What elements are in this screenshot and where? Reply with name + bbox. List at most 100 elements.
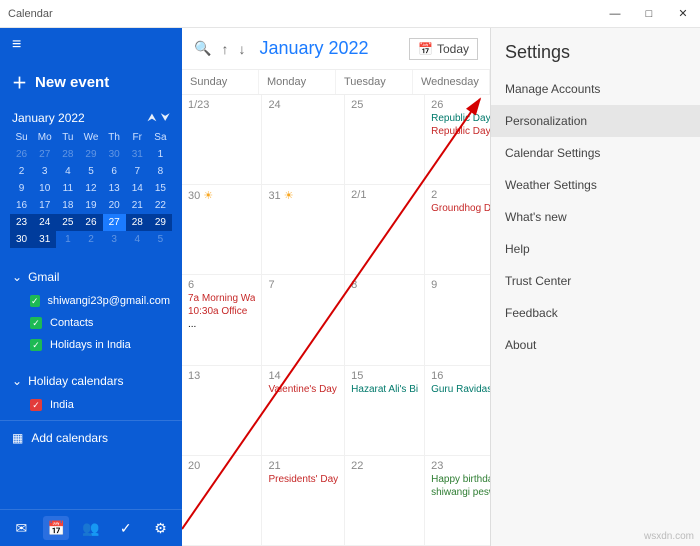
day-cell[interactable]: 22 bbox=[345, 456, 425, 546]
settings-item-personalization[interactable]: Personalization bbox=[491, 105, 700, 137]
day-number: 30 ☀ bbox=[188, 189, 255, 202]
settings-item-about[interactable]: About bbox=[491, 329, 700, 361]
mini-prev-icon[interactable]: ⮝ bbox=[147, 112, 156, 125]
add-calendars-button[interactable]: ▦ Add calendars bbox=[0, 420, 182, 455]
checkbox-icon[interactable]: ✓ bbox=[30, 339, 42, 351]
day-cell[interactable]: 14 Valentine's Day bbox=[262, 366, 345, 456]
calendar-item[interactable]: ✓shiwangi23p@gmail.com bbox=[12, 290, 170, 312]
settings-item-help[interactable]: Help bbox=[491, 233, 700, 265]
day-cell[interactable]: 7 bbox=[262, 275, 345, 365]
weekday: Sunday bbox=[182, 70, 259, 94]
window-minimize[interactable]: — bbox=[598, 0, 632, 28]
settings-item-feedback[interactable]: Feedback bbox=[491, 297, 700, 329]
window-close[interactable]: ✕ bbox=[666, 0, 700, 28]
calendar-item[interactable]: ✓India bbox=[12, 394, 170, 416]
day-cell[interactable]: 21Presidents' Day bbox=[262, 456, 345, 546]
calendar-plus-icon: ▦ bbox=[12, 431, 23, 445]
day-cell[interactable]: 20 bbox=[182, 456, 262, 546]
mini-next-icon[interactable]: ⮟ bbox=[161, 112, 170, 125]
day-number: 16 bbox=[431, 370, 490, 382]
event[interactable]: Happy birthday bbox=[431, 474, 490, 485]
main-area: 🔍 ↑ ↓ January 2022 📅Today Sunday Monday … bbox=[182, 28, 490, 546]
day-number: 15 bbox=[351, 370, 418, 382]
search-icon[interactable]: 🔍 bbox=[194, 40, 211, 57]
settings-item-what-s-new[interactable]: What's new bbox=[491, 201, 700, 233]
hamburger-icon[interactable]: ≡ bbox=[0, 28, 182, 62]
day-cell[interactable]: 1/23 bbox=[182, 95, 262, 185]
new-event-label: New event bbox=[35, 74, 109, 91]
event[interactable]: Hazarat Ali's Bi bbox=[351, 384, 418, 395]
next-week-icon[interactable]: ↓ bbox=[238, 41, 245, 57]
event[interactable]: Valentine's Day bbox=[268, 384, 338, 395]
day-number: 13 bbox=[188, 370, 255, 382]
people-icon[interactable]: 👥 bbox=[78, 516, 104, 540]
settings-panel: Settings Manage AccountsPersonalizationC… bbox=[490, 28, 700, 546]
event[interactable]: Presidents' Day bbox=[268, 474, 338, 485]
mini-calendar-grid[interactable]: SuMoTuWeThFrSa 2627282930311 2345678 910… bbox=[10, 129, 172, 248]
window-maximize[interactable]: □ bbox=[632, 0, 666, 28]
settings-icon[interactable]: ⚙ bbox=[148, 516, 174, 540]
day-number: 6 bbox=[188, 279, 255, 291]
month-title: January 2022 bbox=[259, 38, 368, 59]
calendar-item[interactable]: ✓Contacts bbox=[12, 312, 170, 334]
day-number: 23 bbox=[431, 460, 490, 472]
event[interactable]: Republic Day bbox=[431, 113, 490, 124]
calendar-group-holiday: ⌄Holiday calendars ✓India bbox=[0, 360, 182, 420]
settings-item-weather-settings[interactable]: Weather Settings bbox=[491, 169, 700, 201]
checkbox-icon[interactable]: ✓ bbox=[30, 295, 40, 307]
day-cell[interactable]: 13 bbox=[182, 366, 262, 456]
settings-item-manage-accounts[interactable]: Manage Accounts bbox=[491, 73, 700, 105]
day-cell[interactable]: 9 bbox=[425, 275, 490, 365]
mail-icon[interactable]: ✉ bbox=[8, 516, 34, 540]
day-cell[interactable]: 2Groundhog Day bbox=[425, 185, 490, 275]
day-number: 31 ☀ bbox=[268, 189, 338, 202]
day-number: 26 bbox=[431, 99, 490, 111]
day-cell[interactable]: 15 Hazarat Ali's Bi bbox=[345, 366, 425, 456]
day-cell[interactable]: 24 bbox=[262, 95, 345, 185]
group-header[interactable]: ⌄Gmail bbox=[12, 264, 170, 290]
event[interactable]: shiwangi peswa bbox=[431, 487, 490, 498]
bottom-bar: ✉ 📅 👥 ✓ ⚙ bbox=[0, 509, 182, 546]
calendar-grid[interactable]: 1/232425 26 Republic Day Republic Day 30 ☀ 31… bbox=[182, 95, 490, 546]
event[interactable]: Republic Day bbox=[431, 126, 490, 137]
titlebar: Calendar — □ ✕ bbox=[0, 0, 700, 28]
day-number: 14 bbox=[268, 370, 338, 382]
checkbox-icon[interactable]: ✓ bbox=[30, 317, 42, 329]
group-header[interactable]: ⌄Holiday calendars bbox=[12, 368, 170, 394]
mini-calendar[interactable]: January 2022 ⮝⮟ SuMoTuWeThFrSa 262728293… bbox=[0, 103, 182, 256]
event[interactable]: 7a Morning Wa bbox=[188, 293, 255, 304]
day-number: 7 bbox=[268, 279, 338, 291]
chevron-down-icon: ⌄ bbox=[12, 374, 22, 388]
day-cell[interactable]: 26 Republic Day Republic Day bbox=[425, 95, 490, 185]
day-cell[interactable]: 31 ☀ bbox=[262, 185, 345, 275]
more-events[interactable]: ... bbox=[188, 319, 255, 330]
toolbar: 🔍 ↑ ↓ January 2022 📅Today bbox=[182, 28, 490, 70]
new-event-button[interactable]: ＋ New event bbox=[0, 62, 182, 103]
watermark: wsxdn.com bbox=[644, 531, 694, 542]
today-button[interactable]: 📅Today bbox=[409, 38, 478, 60]
weekday: Tuesday bbox=[336, 70, 413, 94]
day-cell[interactable]: 8 bbox=[345, 275, 425, 365]
day-cell[interactable]: 6 7a Morning Wa 10:30a Office... bbox=[182, 275, 262, 365]
event[interactable]: 10:30a Office bbox=[188, 306, 255, 317]
calendar-icon[interactable]: 📅 bbox=[43, 516, 69, 540]
checkbox-icon[interactable]: ✓ bbox=[30, 399, 42, 411]
event[interactable]: Groundhog Day bbox=[431, 203, 490, 214]
day-cell[interactable]: 25 bbox=[345, 95, 425, 185]
calendar-item[interactable]: ✓Holidays in India bbox=[12, 334, 170, 356]
event[interactable]: Guru Ravidas Ja bbox=[431, 384, 490, 395]
day-number: 20 bbox=[188, 460, 255, 472]
day-cell[interactable]: 16 Guru Ravidas Ja bbox=[425, 366, 490, 456]
weekday: Wednesday bbox=[413, 70, 490, 94]
day-number: 2/1 bbox=[351, 189, 418, 201]
plus-icon: ＋ bbox=[12, 72, 27, 93]
weekday: Monday bbox=[259, 70, 336, 94]
app-title: Calendar bbox=[8, 8, 53, 20]
day-cell[interactable]: 30 ☀ bbox=[182, 185, 262, 275]
day-cell[interactable]: 23 Happy birthday shiwangi peswa bbox=[425, 456, 490, 546]
prev-week-icon[interactable]: ↑ bbox=[221, 41, 228, 57]
day-cell[interactable]: 2/1 bbox=[345, 185, 425, 275]
todo-icon[interactable]: ✓ bbox=[113, 516, 139, 540]
settings-item-calendar-settings[interactable]: Calendar Settings bbox=[491, 137, 700, 169]
settings-item-trust-center[interactable]: Trust Center bbox=[491, 265, 700, 297]
